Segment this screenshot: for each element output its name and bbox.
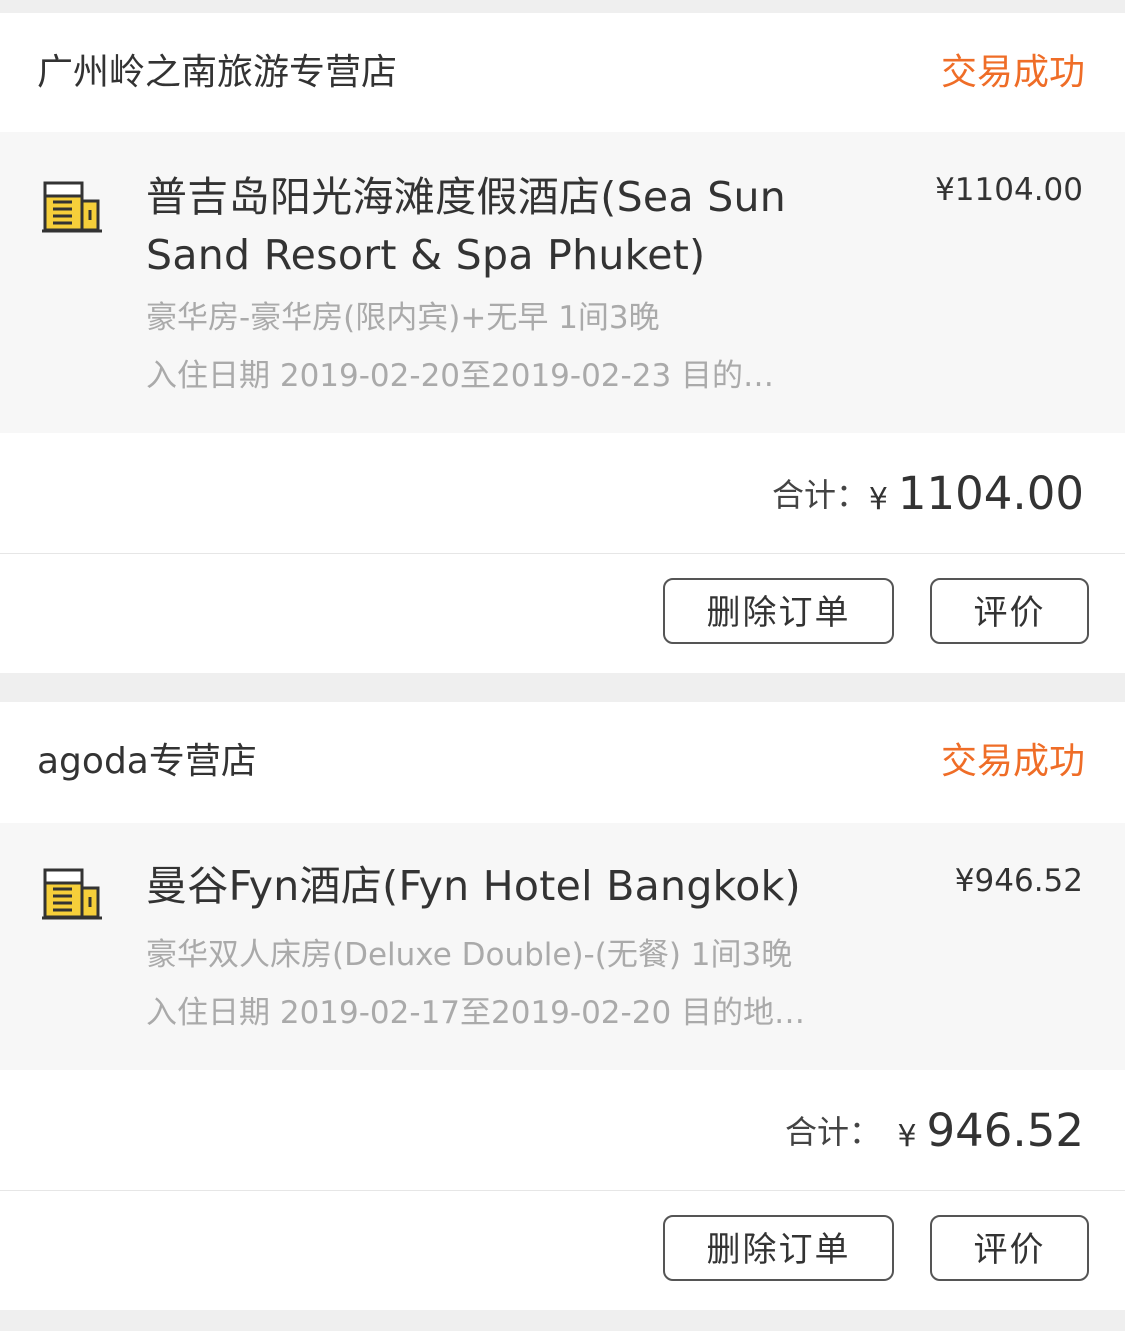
total-label: 合计： — [785, 1113, 882, 1151]
total-amount: ¥946.52 — [897, 1070, 1084, 1190]
order-total-row: 合计： ¥1104.00 — [0, 433, 1125, 554]
review-button[interactable]: 评价 — [930, 1215, 1089, 1281]
shop-name[interactable]: 广州岭之南旅游专营店 — [37, 13, 397, 132]
order-header: agoda专营店 交易成功 — [0, 702, 1125, 821]
hotel-name[interactable]: 曼谷Fyn酒店(Fyn Hotel Bangkok) — [146, 857, 886, 915]
stay-dates: 入住日期 2019-02-17至2019-02-20 目的地… — [146, 995, 806, 1031]
item-price: ¥1104.00 — [935, 172, 1083, 208]
order-card[interactable]: agoda专营店 交易成功 曼谷Fyn酒店(Fyn Hotel Bangkok)… — [0, 702, 1125, 1310]
room-info: 豪华房-豪华房(限内宾)+无早 1间3晚 — [146, 300, 660, 336]
order-header: 广州岭之南旅游专营店 交易成功 — [0, 13, 1125, 132]
shop-name[interactable]: agoda专营店 — [37, 702, 257, 821]
review-button[interactable]: 评价 — [930, 578, 1089, 644]
total-label: 合计： — [772, 476, 869, 514]
hotel-name[interactable]: 普吉岛阳光海滩度假酒店(Sea Sun Sand Resort & Spa Ph… — [146, 168, 886, 284]
room-info: 豪华双人床房(Deluxe Double)-(无餐) 1间3晚 — [146, 937, 793, 973]
total-value: 1104.00 — [897, 467, 1084, 520]
stay-dates: 入住日期 2019-02-20至2019-02-23 目的… — [146, 358, 775, 394]
order-status: 交易成功 — [940, 52, 1085, 93]
total-value: 946.52 — [926, 1104, 1084, 1157]
hotel-building-icon — [42, 181, 102, 233]
delete-order-button[interactable]: 删除订单 — [663, 1215, 894, 1281]
delete-order-button[interactable]: 删除订单 — [663, 578, 894, 644]
currency-symbol: ¥ — [897, 1119, 917, 1154]
order-status: 交易成功 — [940, 741, 1085, 782]
item-price: ¥946.52 — [954, 863, 1083, 899]
currency-symbol: ¥ — [868, 482, 888, 517]
order-item[interactable]: 曼谷Fyn酒店(Fyn Hotel Bangkok) ¥946.52 豪华双人床… — [0, 823, 1125, 1070]
order-total-row: 合计： ¥946.52 — [0, 1070, 1125, 1191]
order-card[interactable]: 广州岭之南旅游专营店 交易成功 普吉岛阳光海滩度假酒店(Sea Sun Sand… — [0, 13, 1125, 673]
total-amount: ¥1104.00 — [869, 433, 1084, 553]
hotel-building-icon — [42, 868, 102, 920]
order-item[interactable]: 普吉岛阳光海滩度假酒店(Sea Sun Sand Resort & Spa Ph… — [0, 132, 1125, 433]
